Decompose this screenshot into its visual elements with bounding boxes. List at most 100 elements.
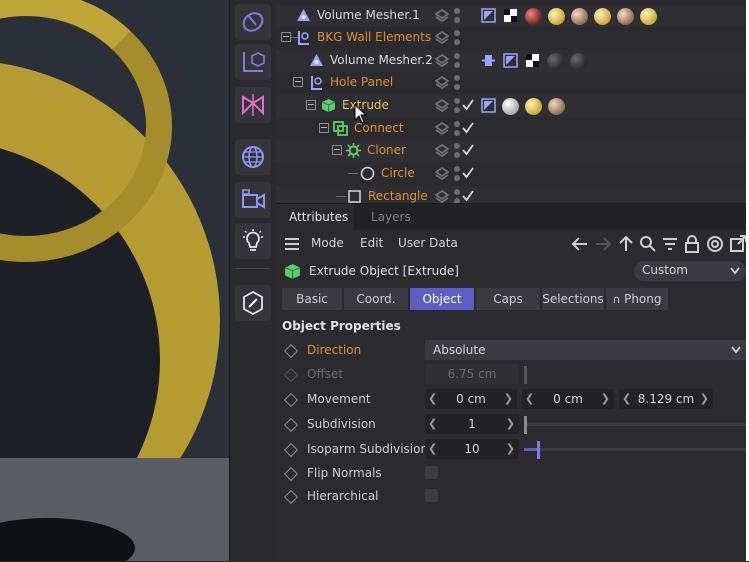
- render-dots-icon[interactable]: [454, 98, 460, 114]
- direction-dropdown[interactable]: Absolute: [425, 340, 747, 360]
- tab-layers[interactable]: Layers: [371, 210, 411, 224]
- object-row-rectangle[interactable]: Rectangle: [276, 186, 749, 203]
- render-dots-icon[interactable]: [454, 8, 460, 24]
- enabled-check-icon[interactable]: [462, 144, 474, 156]
- target-icon[interactable]: [706, 235, 724, 253]
- filter-icon[interactable]: [661, 235, 679, 253]
- tab-object[interactable]: Object: [410, 288, 474, 310]
- collapse-toggle[interactable]: [281, 32, 291, 42]
- material-tag-beige[interactable]: [548, 98, 565, 115]
- render-dots-icon[interactable]: [454, 143, 460, 159]
- material-tag-yellow[interactable]: [640, 8, 657, 25]
- isoparm-slider-handle[interactable]: [537, 441, 540, 459]
- phong-tag-icon[interactable]: [481, 98, 496, 113]
- material-tag-beige[interactable]: [571, 8, 588, 25]
- object-row-cloner[interactable]: Cloner: [276, 140, 749, 162]
- subdivision-slider-track[interactable]: [524, 423, 746, 426]
- lock-icon[interactable]: [683, 235, 701, 253]
- keyframe-diamond-icon[interactable]: [283, 367, 299, 383]
- isoparm-field[interactable]: ❮ 10 ❯: [425, 439, 519, 459]
- render-dots-icon[interactable]: [454, 121, 460, 137]
- back-arrow-icon[interactable]: [571, 235, 589, 253]
- increment-arrow-icon[interactable]: ❯: [504, 392, 513, 405]
- enabled-check-icon[interactable]: [462, 122, 474, 134]
- flip-normals-checkbox[interactable]: [425, 466, 438, 479]
- preset-dropdown[interactable]: Custom: [634, 261, 746, 281]
- object-row-hole-panel[interactable]: Hole Panel: [276, 72, 749, 94]
- material-tag-yellow[interactable]: [548, 8, 565, 25]
- render-dots-icon[interactable]: [454, 75, 460, 91]
- isoparm-slider-track[interactable]: [524, 448, 746, 451]
- increment-arrow-icon[interactable]: ❯: [700, 392, 709, 405]
- hamburger-menu-icon[interactable]: [283, 235, 301, 253]
- movement-x-field[interactable]: ❮ 0 cm ❯: [425, 389, 517, 409]
- layer-visibility-icon[interactable]: [435, 122, 449, 136]
- tab-caps[interactable]: Caps: [476, 288, 540, 310]
- collapse-toggle[interactable]: [319, 123, 329, 133]
- movement-y-field[interactable]: ❮ 0 cm ❯: [522, 389, 614, 409]
- viewport[interactable]: [0, 0, 229, 561]
- object-row-extrude[interactable]: Extrude: [276, 95, 749, 117]
- object-row-circle[interactable]: Circle: [276, 163, 749, 185]
- increment-arrow-icon[interactable]: ❯: [506, 442, 515, 455]
- globe-icon[interactable]: [235, 139, 271, 175]
- subdivision-slider-handle[interactable]: [524, 416, 527, 434]
- collapse-toggle[interactable]: [306, 100, 316, 110]
- edit-pen-icon[interactable]: [235, 285, 271, 321]
- material-tag-red[interactable]: [525, 8, 542, 25]
- phong-tag-icon[interactable]: [481, 8, 496, 23]
- new-window-icon[interactable]: [729, 235, 747, 253]
- tab-phong[interactable]: ∩ Phong: [606, 288, 668, 310]
- material-tag-dark[interactable]: [547, 53, 564, 70]
- collapse-toggle[interactable]: [332, 145, 342, 155]
- layer-visibility-icon[interactable]: [435, 190, 449, 203]
- hierarchical-checkbox[interactable]: [425, 489, 438, 502]
- object-row-bkg-wall-elements[interactable]: BKG Wall Elements: [276, 27, 749, 49]
- keyframe-diamond-icon[interactable]: [283, 392, 299, 408]
- symmetry-icon[interactable]: [235, 87, 271, 123]
- uv-tag-icon[interactable]: [525, 53, 540, 68]
- search-icon[interactable]: [639, 235, 657, 253]
- material-tag-yellow[interactable]: [525, 98, 542, 115]
- layer-visibility-icon[interactable]: [435, 76, 449, 90]
- movement-z-field[interactable]: ❮ 8.129 cm ❯: [619, 389, 713, 409]
- menu-user-data[interactable]: User Data: [398, 236, 458, 250]
- layer-visibility-icon[interactable]: [435, 31, 449, 45]
- layer-visibility-icon[interactable]: [435, 9, 449, 23]
- collapse-toggle[interactable]: [293, 77, 303, 87]
- enabled-check-icon[interactable]: [462, 167, 474, 179]
- enabled-check-icon[interactable]: [462, 190, 474, 202]
- object-row-volume-mesher-2[interactable]: Volume Mesher.2: [276, 50, 749, 72]
- tab-attributes[interactable]: Attributes: [289, 210, 348, 224]
- increment-arrow-icon[interactable]: ❯: [601, 392, 610, 405]
- render-dots-icon[interactable]: [454, 53, 460, 69]
- compositing-tag-icon[interactable]: [481, 53, 496, 68]
- increment-arrow-icon[interactable]: ❯: [506, 417, 515, 430]
- keyframe-diamond-icon[interactable]: [283, 442, 299, 458]
- keyframe-diamond-icon[interactable]: [283, 343, 299, 359]
- material-tag-white[interactable]: [502, 98, 519, 115]
- keyframe-diamond-icon[interactable]: [283, 417, 299, 433]
- uv-tag-icon[interactable]: [503, 8, 518, 23]
- phong-tag-icon[interactable]: [503, 53, 518, 68]
- enabled-check-icon[interactable]: [462, 99, 474, 111]
- subdivision-field[interactable]: ❮ 1 ❯: [425, 414, 519, 434]
- object-row-connect[interactable]: Connect: [276, 118, 749, 140]
- light-bulb-icon[interactable]: [235, 223, 271, 259]
- axis-cube-icon[interactable]: [235, 44, 271, 80]
- material-tag-yellow[interactable]: [594, 8, 611, 25]
- menu-edit[interactable]: Edit: [360, 236, 383, 250]
- layer-visibility-icon[interactable]: [435, 144, 449, 158]
- material-tag-beige[interactable]: [617, 8, 634, 25]
- object-row-volume-mesher-1[interactable]: Volume Mesher.1: [276, 5, 749, 27]
- sphere-tool-icon[interactable]: [235, 4, 271, 40]
- camera-icon[interactable]: [235, 182, 271, 218]
- layer-visibility-icon[interactable]: [435, 167, 449, 181]
- layer-visibility-icon[interactable]: [435, 99, 449, 113]
- render-dots-icon[interactable]: [454, 30, 460, 46]
- tab-selections[interactable]: Selections: [542, 288, 604, 310]
- layer-visibility-icon[interactable]: [435, 54, 449, 68]
- forward-arrow-icon[interactable]: [594, 235, 612, 253]
- tab-basic[interactable]: Basic: [282, 288, 342, 310]
- keyframe-diamond-icon[interactable]: [283, 489, 299, 505]
